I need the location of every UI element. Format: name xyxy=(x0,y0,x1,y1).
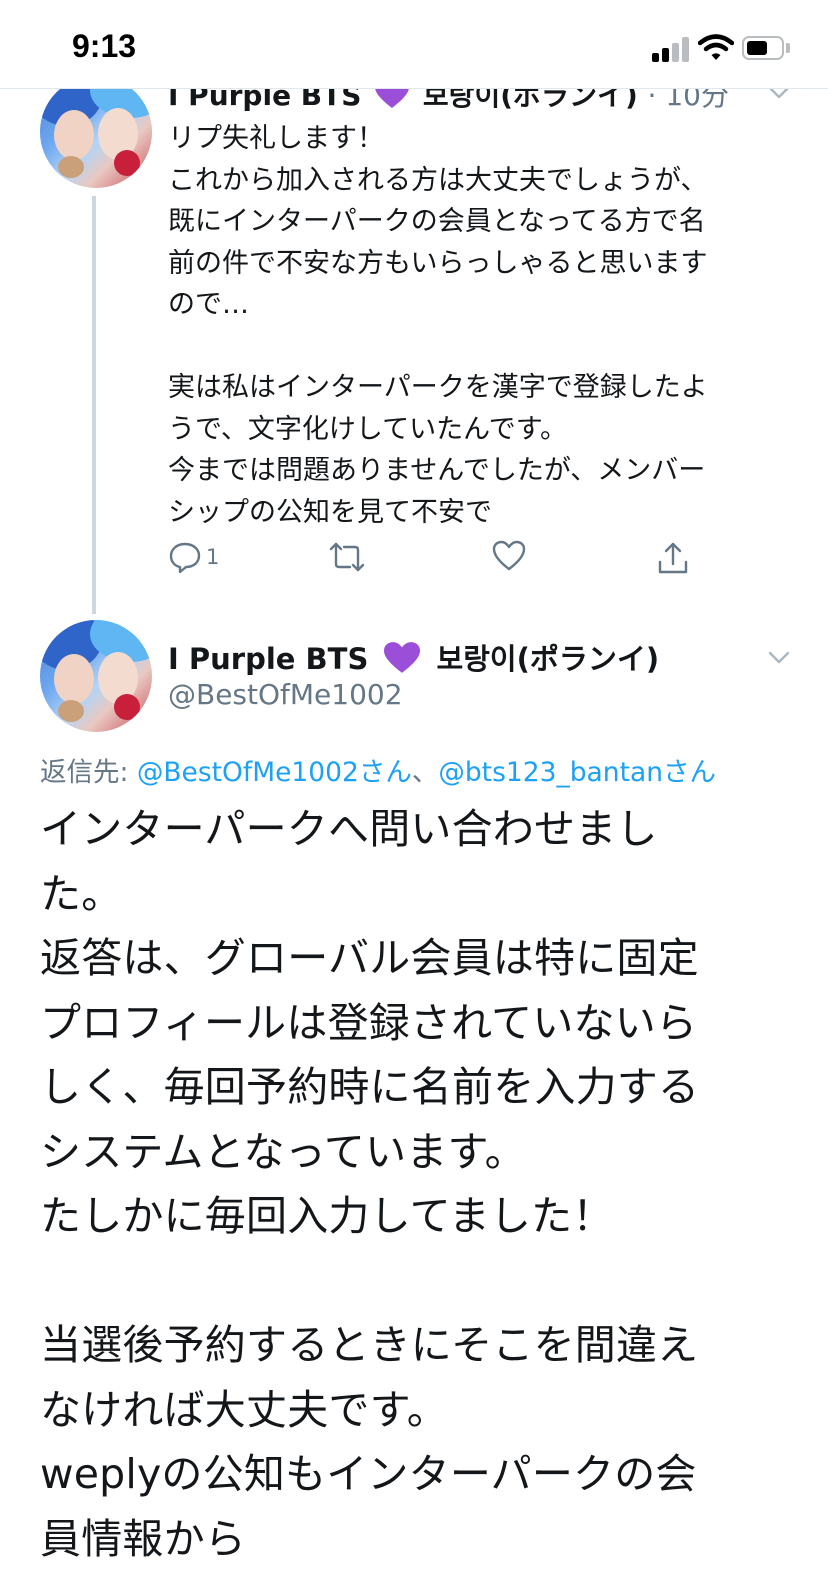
reply-to-mention[interactable]: @bts123_bantanさん xyxy=(438,757,716,788)
reply-icon xyxy=(169,542,201,574)
avatar[interactable] xyxy=(40,620,152,732)
retweet-icon xyxy=(329,542,365,572)
avatar[interactable] xyxy=(40,76,152,188)
reply-to: 返信先: @BestOfMe1002さん、@bts123_bantanさん xyxy=(40,750,716,789)
chevron-down-icon[interactable] xyxy=(768,651,790,665)
tweet-text: リプ失礼します！ これから加入される方は大丈夫でしょうが、 既にインターパークの… xyxy=(168,123,708,528)
reply-button[interactable]: 1 xyxy=(168,540,219,574)
display-name-suffix: 보랑이(ポランイ) xyxy=(436,642,660,676)
purple-heart-icon xyxy=(384,642,421,673)
tweet-actions: 1 xyxy=(168,540,708,580)
cellular-signal-icon xyxy=(652,36,692,62)
status-time: 9:13 xyxy=(72,28,137,64)
share-icon xyxy=(658,542,688,574)
retweet-button[interactable] xyxy=(328,540,366,574)
reply-to-label: 返信先: xyxy=(40,757,129,788)
tweet-header: I Purple BTS 보랑이(ポランイ) xyxy=(168,636,659,678)
battery-icon xyxy=(742,36,784,60)
status-bar: 9:13 xyxy=(0,0,828,89)
thread-line xyxy=(92,196,96,614)
reply-to-separator: 、 xyxy=(411,757,439,788)
like-icon xyxy=(492,540,526,571)
reply-to-mention[interactable]: @BestOfMe1002さん xyxy=(137,757,412,788)
like-button[interactable] xyxy=(492,540,526,572)
display-name[interactable]: I Purple BTS xyxy=(168,642,368,676)
wifi-icon xyxy=(698,34,734,60)
user-handle[interactable]: @BestOfMe1002 xyxy=(168,678,403,711)
reply-count: 1 xyxy=(206,545,220,569)
share-button[interactable] xyxy=(656,540,690,576)
battery-tip xyxy=(786,43,790,53)
tweet-text: インターパークへ問い合わせまし た。 返答は、グローバル会員は特に固定 プロフィ… xyxy=(40,805,700,1563)
